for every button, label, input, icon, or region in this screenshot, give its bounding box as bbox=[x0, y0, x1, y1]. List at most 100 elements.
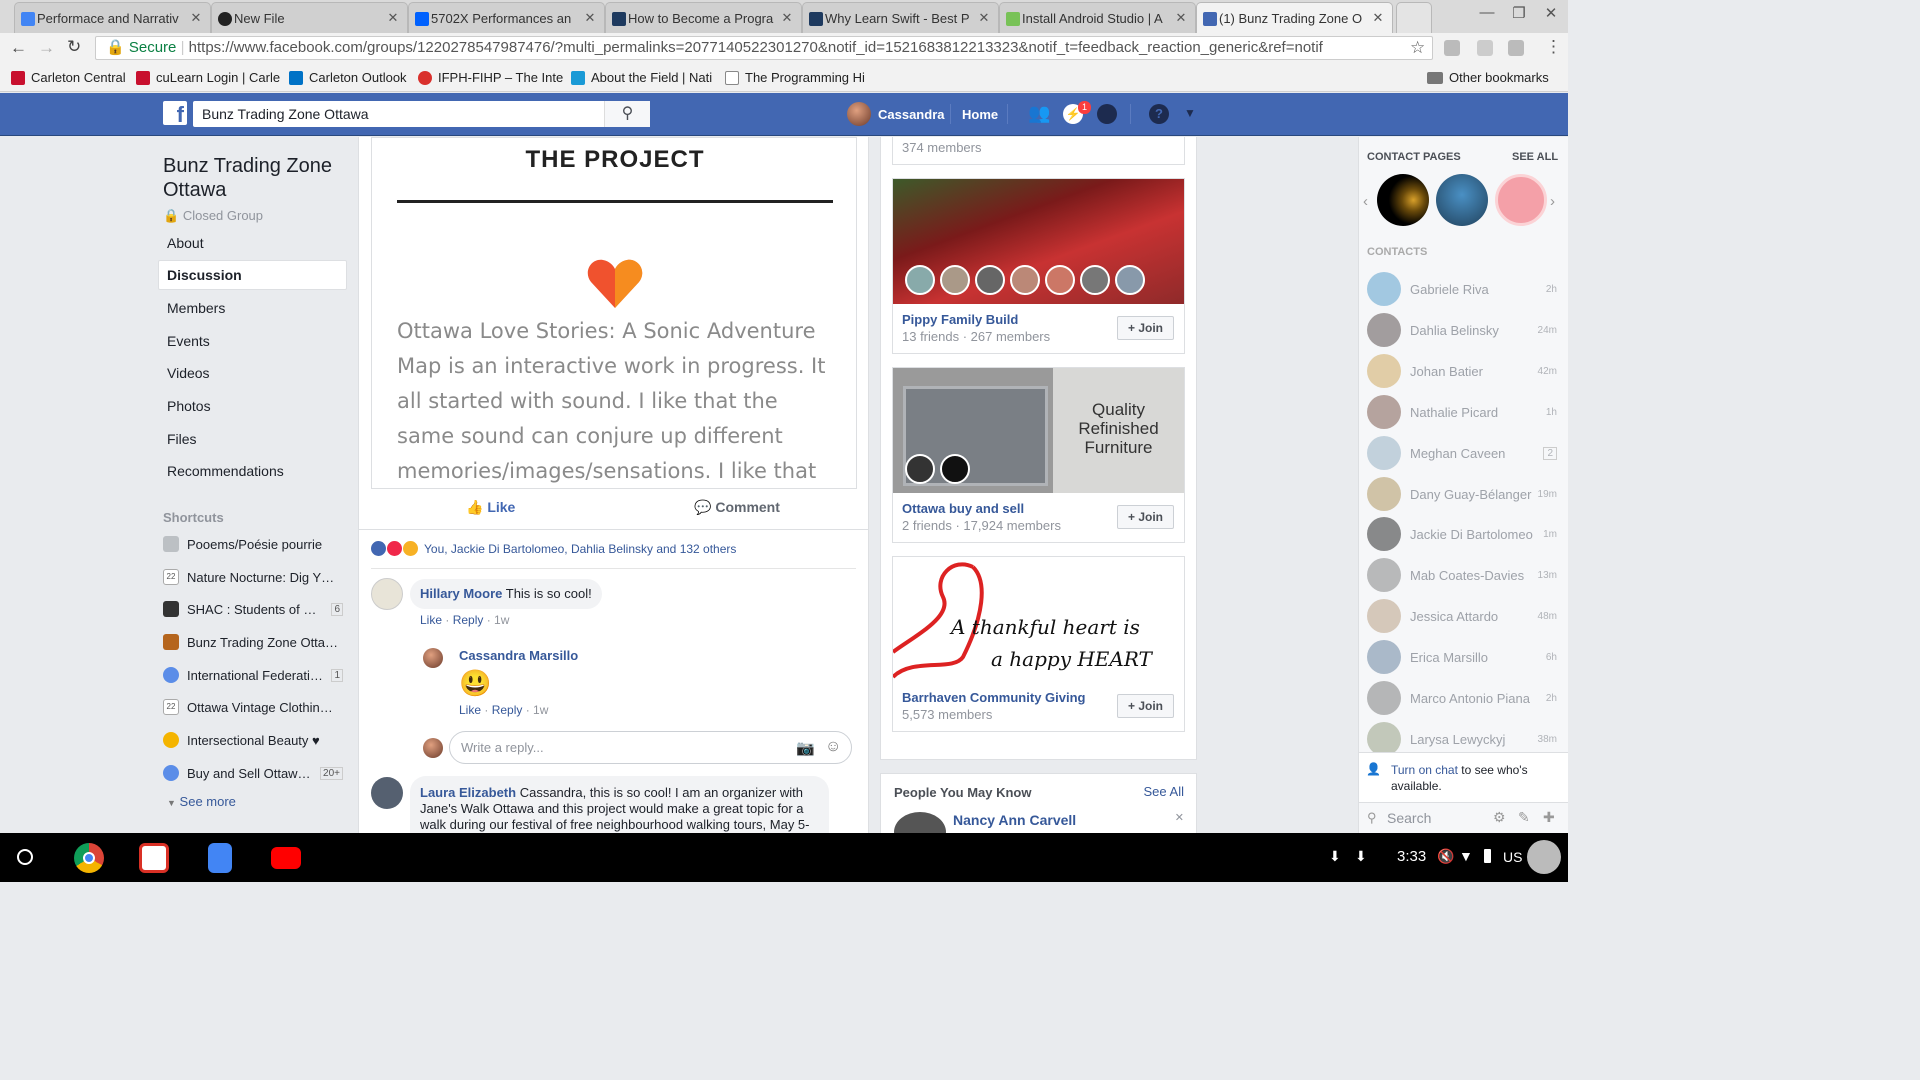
emoji-icon[interactable]: ☺ bbox=[825, 738, 841, 756]
reaction-icons[interactable] bbox=[371, 541, 418, 556]
bookmark-star-icon[interactable]: ☆ bbox=[1410, 38, 1425, 58]
shortcut-item[interactable]: International Federati… 1 bbox=[163, 667, 343, 683]
shortcut-item[interactable]: 22 Ottawa Vintage Clothin… bbox=[163, 699, 343, 715]
nav-about[interactable]: About bbox=[167, 235, 204, 251]
page-avatar[interactable] bbox=[1436, 174, 1488, 226]
contact-item[interactable]: Johan Batier 42m bbox=[1367, 354, 1557, 388]
download-icon[interactable]: ⬇ bbox=[1329, 848, 1341, 865]
user-avatar[interactable] bbox=[1527, 840, 1561, 874]
contact-item[interactable]: Marco Antonio Piana 2h bbox=[1367, 681, 1557, 715]
comment-author[interactable]: Laura Elizabeth bbox=[420, 785, 516, 800]
contact-item[interactable]: Nathalie Picard 1h bbox=[1367, 395, 1557, 429]
notifications-globe-icon[interactable] bbox=[1097, 104, 1117, 124]
shortcut-item[interactable]: Pooems/Poésie pourrie bbox=[163, 536, 343, 552]
avatar[interactable] bbox=[847, 102, 871, 126]
cast-icon[interactable] bbox=[1477, 40, 1493, 56]
bookmark-item[interactable]: IFPH-FIHP – The Inte bbox=[418, 70, 563, 85]
contact-item[interactable]: Mab Coates-Davies 13m bbox=[1367, 558, 1557, 592]
battery-icon[interactable] bbox=[1484, 849, 1491, 863]
avatar[interactable] bbox=[1010, 265, 1040, 295]
avatar[interactable] bbox=[905, 454, 935, 484]
extension-icon[interactable] bbox=[1444, 40, 1460, 56]
extension-icon[interactable] bbox=[1508, 40, 1524, 56]
contact-item[interactable]: Meghan Caveen 2 bbox=[1367, 436, 1557, 470]
nav-videos[interactable]: Videos bbox=[167, 365, 210, 381]
docs-icon[interactable] bbox=[208, 843, 232, 873]
tab-6[interactable]: Install Android Studio | A ✕ bbox=[999, 2, 1196, 33]
group-name[interactable]: Ottawa buy and sell bbox=[902, 501, 1024, 516]
search-input[interactable]: Bunz Trading Zone Ottawa bbox=[193, 101, 650, 127]
nav-recommendations[interactable]: Recommendations bbox=[167, 463, 284, 479]
page-avatar[interactable] bbox=[1377, 174, 1429, 226]
reactions-summary[interactable]: You, Jackie Di Bartolomeo, Dahlia Belins… bbox=[424, 542, 736, 556]
contact-item[interactable]: Dany Guay-Bélanger 19m bbox=[1367, 477, 1557, 511]
shortcut-item[interactable]: 22 Nature Nocturne: Dig Y… bbox=[163, 569, 343, 585]
avatar[interactable] bbox=[905, 265, 935, 295]
shortcut-item[interactable]: Bunz Trading Zone Otta… bbox=[163, 634, 343, 650]
close-window-icon[interactable]: ✕ bbox=[1536, 4, 1566, 26]
avatar[interactable] bbox=[1045, 265, 1075, 295]
nav-events[interactable]: Events bbox=[167, 333, 210, 349]
bookmark-item[interactable]: Carleton Outlook bbox=[289, 70, 407, 85]
wifi-icon[interactable]: ▼ bbox=[1459, 848, 1473, 864]
close-icon[interactable]: ✕ bbox=[779, 10, 795, 26]
facebook-logo-icon[interactable]: f bbox=[163, 101, 187, 127]
reload-icon[interactable]: ↻ bbox=[67, 37, 81, 57]
nav-discussion[interactable]: Discussion bbox=[167, 267, 242, 283]
close-icon[interactable]: ✕ bbox=[385, 10, 401, 26]
close-icon[interactable]: ✕ bbox=[1370, 10, 1386, 26]
contact-item[interactable]: Larysa Lewyckyj 38m bbox=[1367, 722, 1557, 756]
help-icon[interactable]: ? bbox=[1149, 104, 1169, 124]
account-menu-chevron-icon[interactable]: ▼ bbox=[1184, 106, 1196, 120]
menu-dots-icon[interactable]: ⋮ bbox=[1545, 37, 1562, 57]
bookmark-item[interactable]: cuLearn Login | Carle bbox=[136, 70, 280, 85]
comment-author[interactable]: Hillary Moore bbox=[420, 586, 502, 601]
home-link[interactable]: Home bbox=[962, 107, 998, 122]
forward-icon[interactable]: → bbox=[38, 38, 55, 58]
tab-2[interactable]: New File ✕ bbox=[211, 2, 408, 33]
avatar[interactable] bbox=[423, 648, 443, 668]
dismiss-icon[interactable]: ✕ bbox=[1175, 811, 1184, 824]
tab-3[interactable]: 5702X Performances an ✕ bbox=[408, 2, 605, 33]
bookmark-item[interactable]: Carleton Central bbox=[11, 70, 126, 85]
comment-like-link[interactable]: Like bbox=[420, 613, 442, 627]
close-icon[interactable]: ✕ bbox=[188, 10, 204, 26]
comment-author[interactable]: Cassandra Marsillo bbox=[459, 648, 578, 663]
profile-link[interactable]: Cassandra bbox=[878, 107, 944, 122]
contact-item[interactable]: Jackie Di Bartolomeo 1m bbox=[1367, 517, 1557, 551]
turn-on-chat-link[interactable]: Turn on chat bbox=[1391, 763, 1458, 777]
avatar[interactable] bbox=[371, 777, 403, 809]
join-button[interactable]: + Join bbox=[1117, 694, 1174, 718]
chrome-icon[interactable] bbox=[74, 843, 104, 873]
compose-icon[interactable]: ✎ bbox=[1518, 809, 1530, 826]
page-avatar[interactable] bbox=[1495, 174, 1547, 226]
avatar[interactable] bbox=[1115, 265, 1145, 295]
camera-icon[interactable]: 📷 bbox=[796, 739, 815, 757]
group-name[interactable]: Barrhaven Community Giving bbox=[902, 690, 1085, 705]
avatar[interactable] bbox=[940, 265, 970, 295]
locale-indicator[interactable]: US bbox=[1503, 849, 1522, 865]
bookmark-item[interactable]: The Programming Hi bbox=[725, 70, 865, 85]
address-bar[interactable]: 🔒 Secure | https://www.facebook.com/grou… bbox=[95, 36, 1433, 60]
see-all-link[interactable]: See All bbox=[1144, 784, 1184, 799]
shortcut-item[interactable]: Intersectional Beauty ♥ bbox=[163, 732, 343, 748]
restore-icon[interactable]: ❐ bbox=[1504, 4, 1534, 26]
minimize-icon[interactable]: — bbox=[1472, 4, 1502, 26]
post-image[interactable]: THE PROJECT Ottawa Love Stories: A Sonic… bbox=[371, 137, 857, 489]
person-name[interactable]: Nancy Ann Carvell bbox=[953, 812, 1076, 828]
create-group-icon[interactable]: ✚ bbox=[1543, 809, 1555, 826]
group-title[interactable]: Bunz Trading Zone Ottawa bbox=[163, 154, 353, 202]
shortcut-item[interactable]: SHAC : Students of … 6 bbox=[163, 601, 343, 617]
join-button[interactable]: + Join bbox=[1117, 316, 1174, 340]
avatar[interactable] bbox=[371, 578, 403, 610]
tab-4[interactable]: How to Become a Progra ✕ bbox=[605, 2, 802, 33]
chat-search-input[interactable]: Search bbox=[1387, 810, 1431, 826]
see-more-link[interactable]: ▼ See more bbox=[167, 794, 236, 809]
clock[interactable]: 3:33 bbox=[1397, 848, 1426, 865]
youtube-icon[interactable] bbox=[271, 847, 301, 869]
mute-icon[interactable]: 🔇 bbox=[1437, 848, 1454, 865]
group-name[interactable]: Pippy Family Build bbox=[902, 312, 1018, 327]
chevron-left-icon[interactable]: ‹ bbox=[1363, 193, 1368, 210]
contact-item[interactable]: Jessica Attardo 48m bbox=[1367, 599, 1557, 633]
see-all-link[interactable]: SEE ALL bbox=[1512, 151, 1558, 163]
